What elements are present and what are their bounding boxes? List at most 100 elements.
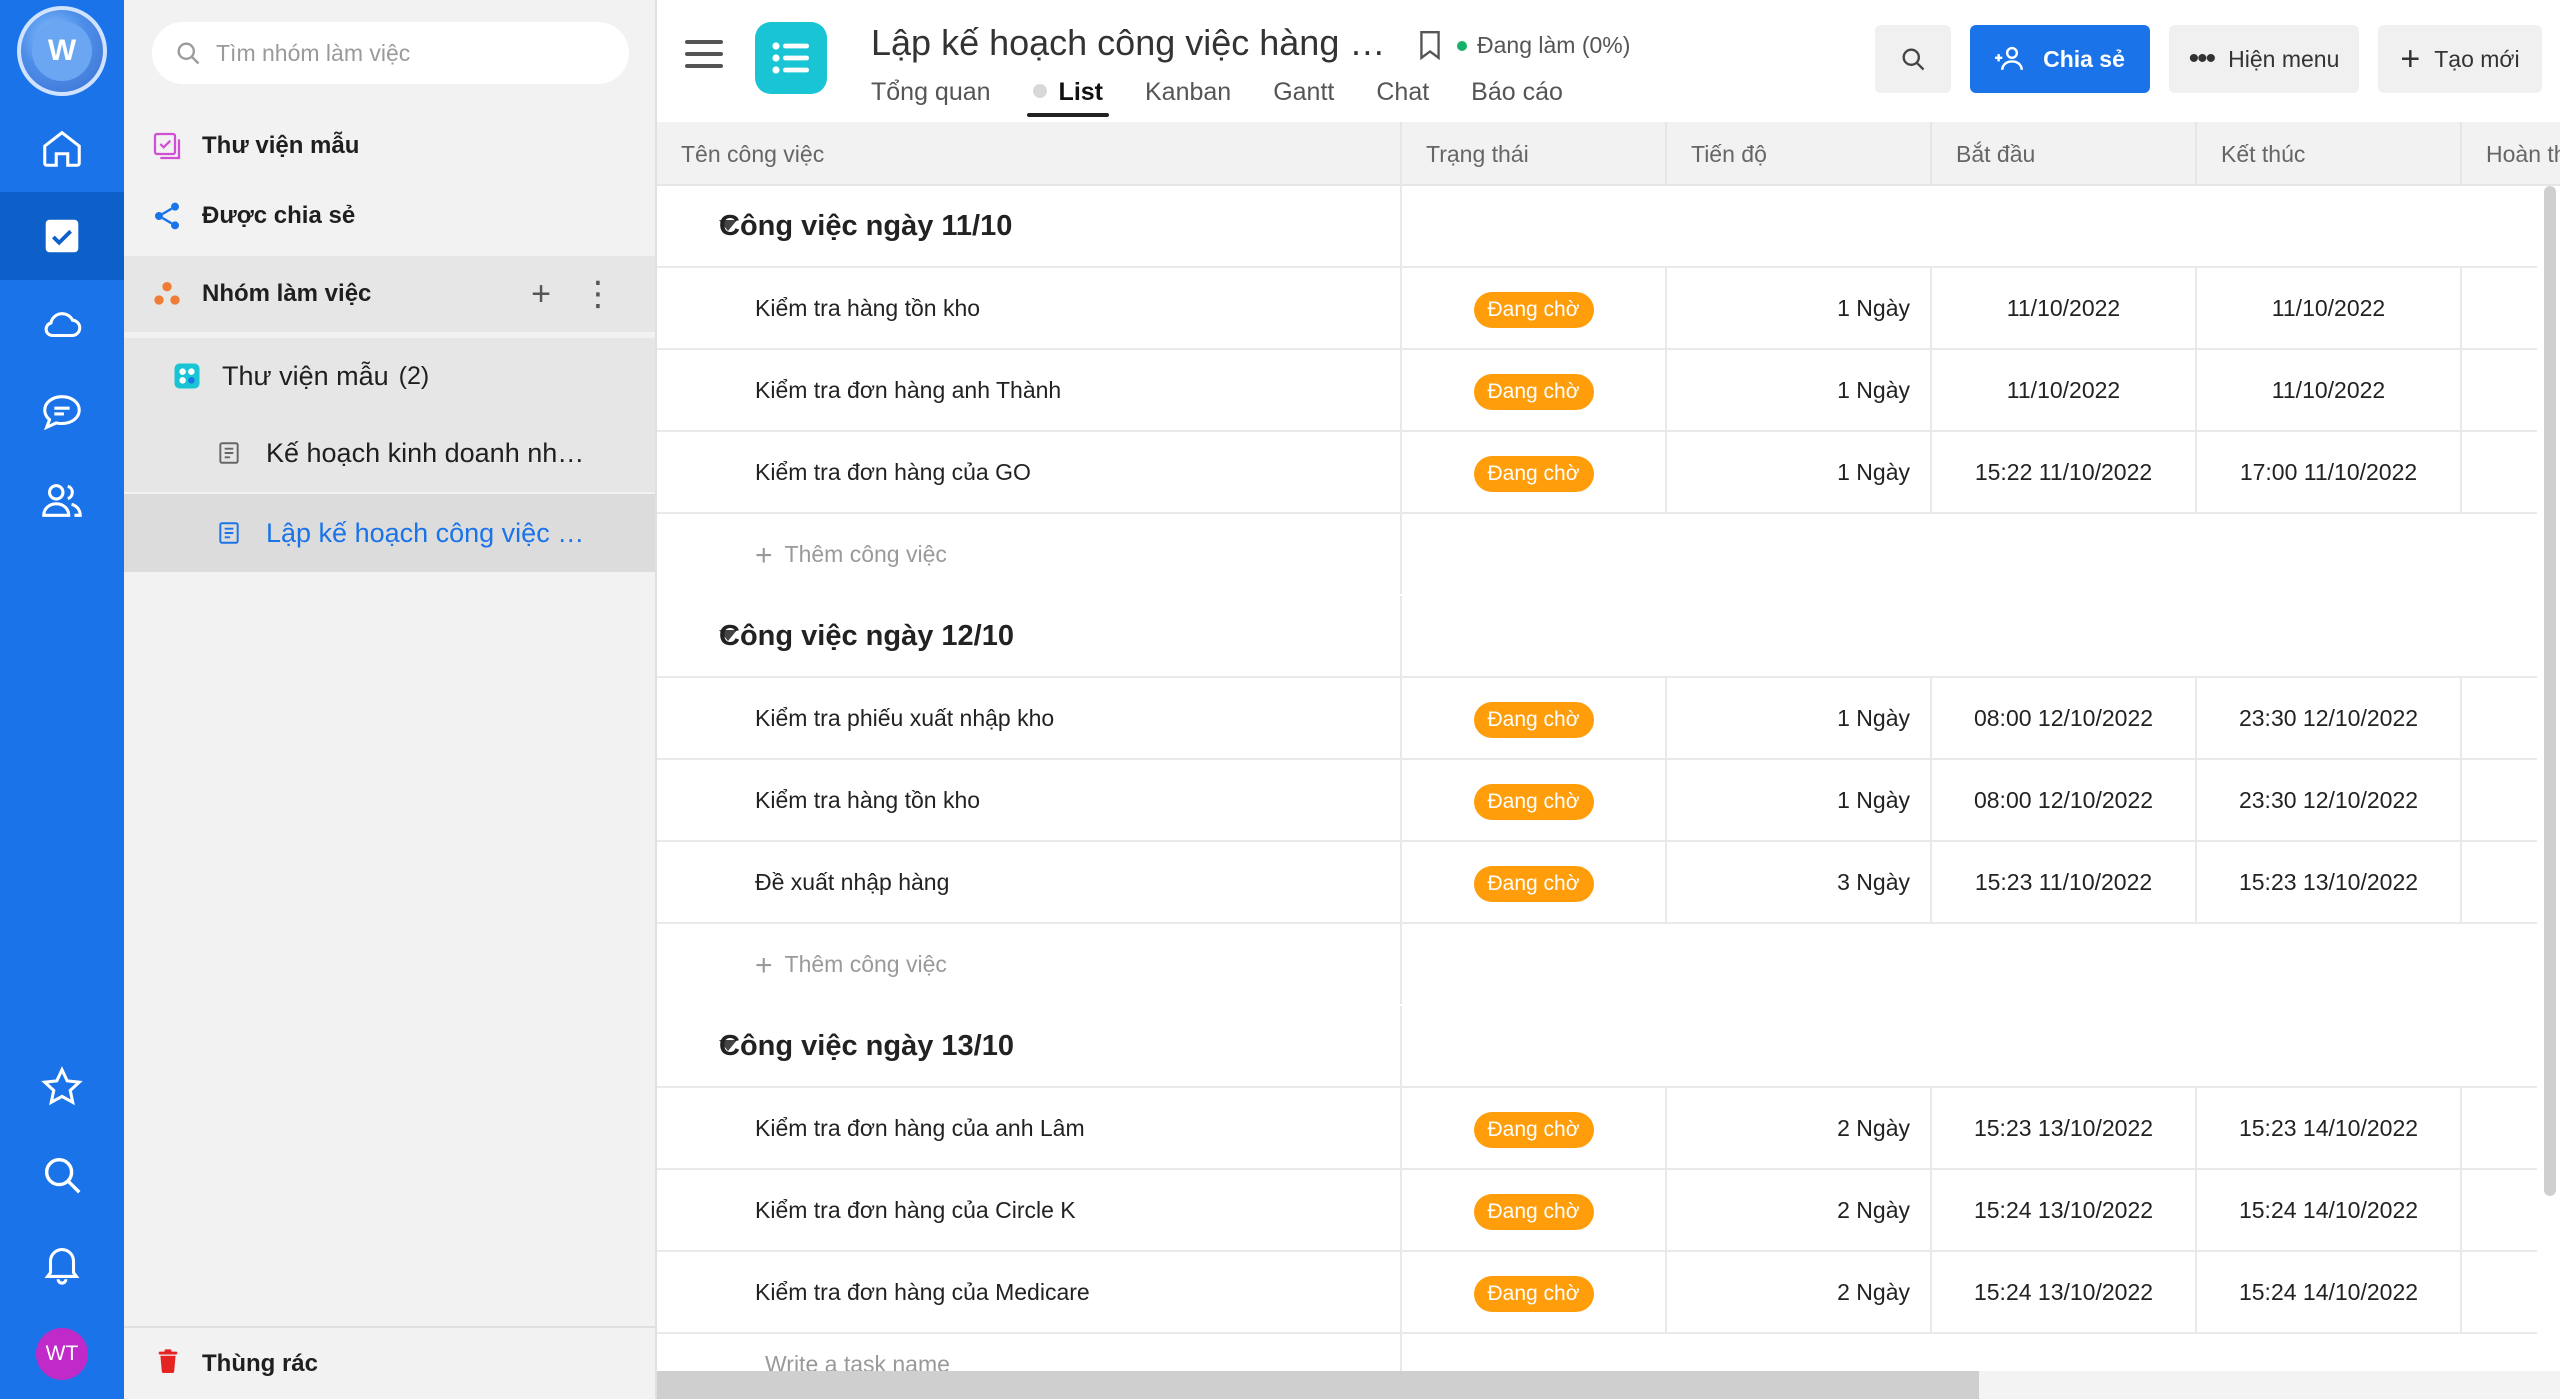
rail-cloud-button[interactable] bbox=[0, 280, 124, 368]
column-header-start[interactable]: Bắt đầu bbox=[1932, 122, 2197, 186]
start-date-cell[interactable]: 11/10/2022 bbox=[1932, 350, 2197, 430]
sidebar-item-subgroup[interactable]: Thư viện mẫu (2) bbox=[124, 338, 655, 414]
star-icon bbox=[41, 1066, 83, 1106]
rail-chat-button[interactable] bbox=[0, 368, 124, 456]
vertical-scrollbar[interactable] bbox=[2544, 186, 2556, 1196]
status-badge[interactable]: Đang chờ bbox=[1473, 373, 1594, 410]
rail-search-button[interactable] bbox=[0, 1131, 124, 1219]
table-row[interactable]: Kiểm tra đơn hàng anh Thành Đang chờ 1 N… bbox=[657, 350, 2537, 432]
end-date-cell[interactable]: 15:24 14/10/2022 bbox=[2197, 1170, 2462, 1250]
add-task-button[interactable]: + Thêm công việc bbox=[657, 514, 1402, 594]
sidebar-item-doc-business-plan[interactable]: Kế hoạch kinh doanh nh… bbox=[124, 414, 655, 492]
sidebar-item-template-library[interactable]: Thư viện mẫu bbox=[124, 118, 655, 174]
tab-chat[interactable]: Chat bbox=[1376, 78, 1429, 117]
table-row[interactable]: Kiểm tra đơn hàng của Circle K Đang chờ … bbox=[657, 1170, 2537, 1252]
group-row[interactable]: Công việc ngày 12/10 bbox=[657, 596, 2537, 678]
tab-kanban[interactable]: Kanban bbox=[1145, 78, 1231, 117]
task-name[interactable]: Kiểm tra đơn hàng của Circle K bbox=[657, 1170, 1402, 1250]
show-menu-button[interactable]: ••• Hiện menu bbox=[2169, 25, 2359, 93]
tab-gantt[interactable]: Gantt bbox=[1273, 78, 1334, 117]
table-row[interactable]: Kiểm tra hàng tồn kho Đang chờ 1 Ngày 11… bbox=[657, 268, 2537, 350]
bookmark-icon[interactable] bbox=[1417, 30, 1443, 60]
group-row[interactable]: Công việc ngày 11/10 bbox=[657, 186, 2537, 268]
column-header-progress[interactable]: Tiến độ bbox=[1667, 122, 1932, 186]
table-row[interactable]: Đề xuất nhập hàng Đang chờ 3 Ngày 15:23 … bbox=[657, 842, 2537, 924]
status-cell: Đang chờ bbox=[1402, 760, 1667, 840]
status-badge[interactable]: Đang chờ bbox=[1473, 865, 1594, 902]
table-row[interactable]: Kiểm tra phiếu xuất nhập kho Đang chờ 1 … bbox=[657, 678, 2537, 760]
header-search-button[interactable] bbox=[1875, 25, 1951, 93]
end-date-cell[interactable]: 23:30 12/10/2022 bbox=[2197, 678, 2462, 758]
end-date-cell[interactable]: 15:24 14/10/2022 bbox=[2197, 1252, 2462, 1332]
add-group-button[interactable]: + bbox=[531, 275, 551, 314]
task-name[interactable]: Kiểm tra phiếu xuất nhập kho bbox=[657, 678, 1402, 758]
status-text: Đang làm (0%) bbox=[1477, 32, 1631, 58]
add-task-row[interactable]: + Thêm công việc bbox=[657, 924, 2537, 1006]
end-date-cell[interactable]: 15:23 14/10/2022 bbox=[2197, 1088, 2462, 1168]
status-badge[interactable]: Đang làm (0%) bbox=[1457, 32, 1630, 59]
end-date-cell[interactable]: 23:30 12/10/2022 bbox=[2197, 760, 2462, 840]
more-icon[interactable]: ⋮ bbox=[581, 274, 615, 314]
write-task-row[interactable]: Write a task name bbox=[657, 1334, 2537, 1376]
start-date-cell[interactable]: 15:24 13/10/2022 bbox=[1932, 1170, 2197, 1250]
column-header-complete[interactable]: Hoàn th bbox=[2462, 122, 2560, 186]
avatar[interactable]: WT bbox=[36, 1328, 88, 1380]
rail-home-button[interactable] bbox=[0, 104, 124, 192]
workspace-logo[interactable]: W bbox=[17, 6, 107, 96]
start-date-cell[interactable]: 15:23 13/10/2022 bbox=[1932, 1088, 2197, 1168]
start-date-cell[interactable]: 08:00 12/10/2022 bbox=[1932, 760, 2197, 840]
start-date-cell[interactable]: 15:22 11/10/2022 bbox=[1932, 432, 2197, 512]
end-date-cell[interactable]: 17:00 11/10/2022 bbox=[2197, 432, 2462, 512]
sidebar-item-shared[interactable]: Được chia sẻ bbox=[124, 188, 655, 244]
status-badge[interactable]: Đang chờ bbox=[1473, 1111, 1594, 1148]
task-name[interactable]: Kiểm tra đơn hàng của GO bbox=[657, 432, 1402, 512]
start-date-cell[interactable]: 11/10/2022 bbox=[1932, 268, 2197, 348]
tab-report[interactable]: Báo cáo bbox=[1471, 78, 1563, 117]
start-date-cell[interactable]: 08:00 12/10/2022 bbox=[1932, 678, 2197, 758]
status-badge[interactable]: Đang chờ bbox=[1473, 291, 1594, 328]
table-row[interactable]: Kiểm tra đơn hàng của Medicare Đang chờ … bbox=[657, 1252, 2537, 1334]
group-row[interactable]: Công việc ngày 13/10 bbox=[657, 1006, 2537, 1088]
sidebar-item-label: Thùng rác bbox=[202, 1349, 319, 1377]
rail-favorites-button[interactable] bbox=[0, 1043, 124, 1131]
plus-icon: + bbox=[755, 539, 773, 572]
column-header-name[interactable]: Tên công việc bbox=[657, 122, 1402, 186]
sidebar-item-doc-work-plan[interactable]: Lập kế hoạch công việc … bbox=[124, 494, 655, 572]
end-date-cell[interactable]: 11/10/2022 bbox=[2197, 268, 2462, 348]
task-name[interactable]: Kiểm tra đơn hàng của Medicare bbox=[657, 1252, 1402, 1332]
share-button[interactable]: Chia sẻ bbox=[1970, 25, 2150, 93]
status-badge[interactable]: Đang chờ bbox=[1473, 701, 1594, 738]
table-row[interactable]: Kiểm tra hàng tồn kho Đang chờ 1 Ngày 08… bbox=[657, 760, 2537, 842]
rail-tasks-button[interactable] bbox=[0, 192, 124, 280]
hamburger-menu-icon[interactable] bbox=[685, 40, 723, 70]
column-header-status[interactable]: Trạng thái bbox=[1402, 122, 1667, 186]
create-new-button[interactable]: + Tạo mới bbox=[2378, 25, 2542, 93]
status-badge[interactable]: Đang chờ bbox=[1473, 783, 1594, 820]
start-date-cell[interactable]: 15:24 13/10/2022 bbox=[1932, 1252, 2197, 1332]
add-task-button[interactable]: + Thêm công việc bbox=[657, 924, 1402, 1004]
rail-users-button[interactable] bbox=[0, 456, 124, 544]
task-name[interactable]: Kiểm tra hàng tồn kho bbox=[657, 268, 1402, 348]
task-name[interactable]: Đề xuất nhập hàng bbox=[657, 842, 1402, 922]
tab-list[interactable]: List bbox=[1026, 78, 1110, 117]
end-date-cell[interactable]: 15:23 13/10/2022 bbox=[2197, 842, 2462, 922]
task-name[interactable]: Kiểm tra hàng tồn kho bbox=[657, 760, 1402, 840]
table-row[interactable]: Kiểm tra đơn hàng của anh Lâm Đang chờ 2… bbox=[657, 1088, 2537, 1170]
status-badge[interactable]: Đang chờ bbox=[1473, 1193, 1594, 1230]
column-header-end[interactable]: Kết thúc bbox=[2197, 122, 2462, 186]
status-badge[interactable]: Đang chờ bbox=[1473, 455, 1594, 492]
write-task-input[interactable]: Write a task name bbox=[657, 1334, 1402, 1376]
task-name[interactable]: Kiểm tra đơn hàng của anh Lâm bbox=[657, 1088, 1402, 1168]
add-task-row[interactable]: + Thêm công việc bbox=[657, 514, 2537, 596]
status-badge[interactable]: Đang chờ bbox=[1473, 1275, 1594, 1312]
start-date-cell[interactable]: 15:23 11/10/2022 bbox=[1932, 842, 2197, 922]
rail-notifications-button[interactable] bbox=[0, 1219, 124, 1307]
task-name[interactable]: Kiểm tra đơn hàng anh Thành bbox=[657, 350, 1402, 430]
sidebar-item-trash[interactable]: Thùng rác bbox=[124, 1326, 655, 1399]
sidebar-item-groups[interactable]: Nhóm làm việc + ⋮ bbox=[124, 256, 655, 332]
horizontal-scrollbar[interactable] bbox=[657, 1371, 1979, 1399]
tab-overview[interactable]: Tổng quan bbox=[871, 78, 991, 117]
search-input[interactable] bbox=[216, 39, 596, 67]
table-row[interactable]: Kiểm tra đơn hàng của GO Đang chờ 1 Ngày… bbox=[657, 432, 2537, 514]
end-date-cell[interactable]: 11/10/2022 bbox=[2197, 350, 2462, 430]
